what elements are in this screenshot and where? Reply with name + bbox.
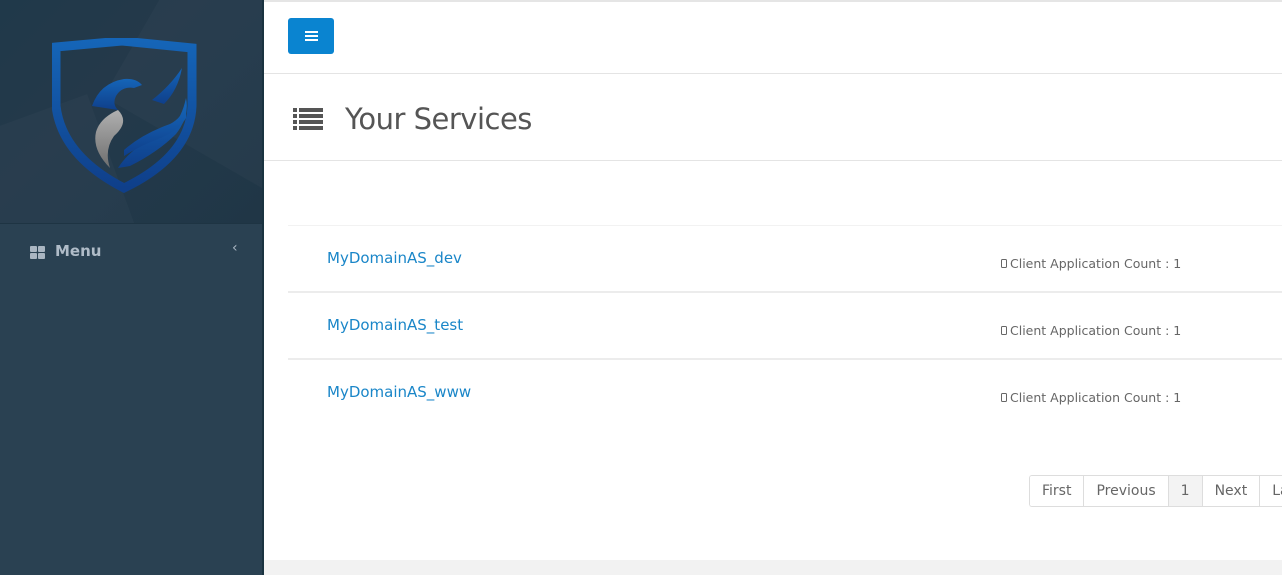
chevron-left-icon[interactable]: ‹ (232, 240, 238, 256)
page-title: Your Services (345, 102, 532, 136)
hamburger-icon (304, 31, 318, 33)
logo-area (0, 0, 262, 224)
grid-icon (30, 246, 45, 259)
mobile-icon (1001, 393, 1007, 402)
service-link[interactable]: MyDomainAS_www (327, 383, 471, 401)
topbar (264, 0, 1282, 74)
client-count: Client Application Count : 1 (1001, 256, 1181, 271)
pagination-first[interactable]: First (1030, 476, 1085, 506)
menu-label: Menu (55, 242, 102, 260)
client-count: Client Application Count : 1 (1001, 323, 1181, 338)
pagination-page-1[interactable]: 1 (1168, 476, 1203, 506)
client-count: Client Application Count : 1 (1001, 390, 1181, 405)
mobile-icon (1001, 326, 1007, 335)
client-count-label: Client Application Count : 1 (1010, 323, 1182, 338)
client-count-label: Client Application Count : 1 (1010, 256, 1182, 271)
pagination: First Previous 1 Next La (1029, 475, 1282, 507)
service-row: MyDomainAS_test Client Application Count… (288, 293, 1282, 360)
service-row: MyDomainAS_www Client Application Count … (288, 360, 1282, 427)
client-count-label: Client Application Count : 1 (1010, 390, 1182, 405)
services-list: MyDomainAS_dev Client Application Count … (288, 225, 1282, 427)
shield-griffin-logo (52, 38, 197, 193)
service-link[interactable]: MyDomainAS_dev (327, 249, 462, 267)
service-row: MyDomainAS_dev Client Application Count … (288, 226, 1282, 293)
sidebar-toggle-button[interactable] (288, 18, 334, 54)
pagination-last[interactable]: La (1260, 476, 1282, 506)
list-icon (293, 108, 323, 130)
pagination-previous[interactable]: Previous (1084, 476, 1169, 506)
sidebar: Menu ‹ (0, 0, 264, 575)
mobile-icon (1001, 259, 1007, 268)
main-content: Your Services MyDomainAS_dev Client Appl… (264, 74, 1282, 560)
service-link[interactable]: MyDomainAS_test (327, 316, 463, 334)
page-header: Your Services (264, 74, 1282, 161)
pagination-next[interactable]: Next (1202, 476, 1261, 506)
sidebar-menu-toggle[interactable]: Menu ‹ (0, 238, 262, 266)
